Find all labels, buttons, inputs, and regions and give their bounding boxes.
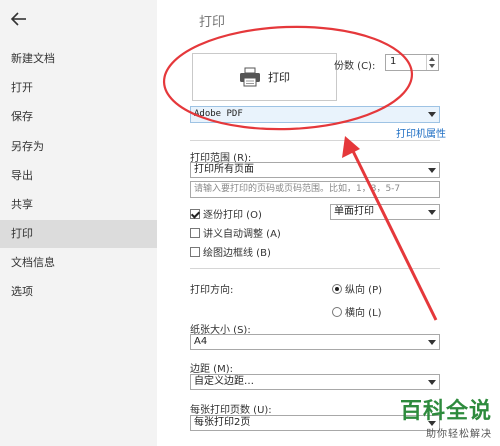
radio-selected-icon[interactable] — [332, 283, 342, 294]
radio-icon[interactable] — [332, 306, 342, 317]
chevron-down-icon — [428, 210, 436, 215]
watermark: 百科全说 助你轻松解决 — [400, 393, 492, 440]
margin-value: 自定义边距… — [194, 376, 254, 387]
sidebar-item-options[interactable]: 选项 — [0, 278, 157, 306]
auto-adjust-checkbox[interactable]: 讲义自动调整 (A) — [190, 225, 281, 240]
copies-value: 1 — [390, 56, 397, 67]
printer-properties-link[interactable]: 打印机属性 — [396, 125, 446, 140]
watermark-title: 百科全说 — [399, 399, 492, 424]
border-label: 绘图边框线 (B) — [203, 248, 271, 259]
pages-per-sheet-label: 每张打印页数 (U): — [190, 405, 272, 416]
chevron-down-icon — [428, 380, 436, 385]
collate-checkbox[interactable]: 逐份打印 (O) — [190, 206, 262, 221]
sidebar-item-share[interactable]: 共享 — [0, 191, 157, 219]
printer-value: Adobe PDF — [194, 109, 243, 119]
checkbox-icon[interactable] — [190, 246, 200, 257]
back-arrow-icon[interactable] — [10, 10, 28, 28]
portrait-label: 纵向 (P) — [345, 285, 383, 296]
print-button[interactable]: 打印 — [192, 53, 337, 101]
print-range-select[interactable]: 打印所有页面 — [190, 162, 440, 178]
checkbox-checked-icon[interactable] — [190, 208, 200, 219]
paper-size-value: A4 — [194, 336, 208, 347]
chevron-down-icon — [428, 340, 436, 345]
chevron-down-icon — [428, 168, 436, 173]
copies-spin[interactable] — [426, 55, 438, 70]
print-button-label: 打印 — [268, 71, 290, 84]
decrement-icon[interactable] — [429, 64, 435, 68]
chevron-down-icon — [428, 112, 436, 117]
print-panel: 打印 打印 份数 (C): 1 Adobe PDF 打印机属性 打印范围 (R)… — [157, 0, 500, 446]
pages-per-sheet-value: 每张打印2页 — [194, 417, 251, 428]
portrait-radio[interactable]: 纵向 (P) — [332, 281, 382, 296]
copies-label: 份数 (C): — [334, 61, 376, 72]
duplex-value: 单面打印 — [334, 206, 374, 217]
paper-size-select[interactable]: A4 — [190, 334, 440, 350]
page-title: 打印 — [199, 15, 226, 30]
sidebar-item-open[interactable]: 打开 — [0, 74, 157, 102]
watermark-subtitle: 助你轻松解决 — [426, 429, 492, 440]
sidebar-item-print[interactable]: 打印 — [0, 220, 157, 248]
copies-stepper[interactable]: 1 — [385, 54, 439, 71]
orientation-label: 打印方向: — [190, 285, 234, 296]
divider — [190, 268, 440, 269]
sidebar-item-new[interactable]: 新建文档 — [0, 45, 157, 73]
sidebar-item-export[interactable]: 导出 — [0, 162, 157, 190]
sidebar: 新建文档 打开 保存 另存为 导出 共享 打印 文档信息 选项 — [0, 0, 157, 446]
increment-icon[interactable] — [429, 57, 435, 61]
sidebar-item-save-as[interactable]: 另存为 — [0, 133, 157, 161]
duplex-select[interactable]: 单面打印 — [330, 204, 440, 220]
divider — [190, 140, 440, 141]
checkbox-icon[interactable] — [190, 227, 200, 238]
margin-label: 边距 (M): — [190, 364, 233, 375]
collate-label: 逐份打印 (O) — [203, 210, 262, 221]
page-range-input[interactable]: 请输入要打印的页码或页码范围。比如，1，3，5-7 — [190, 181, 440, 198]
landscape-radio[interactable]: 横向 (L) — [332, 304, 382, 319]
auto-adjust-label: 讲义自动调整 (A) — [203, 229, 281, 240]
printer-select[interactable]: Adobe PDF — [190, 106, 440, 123]
border-checkbox[interactable]: 绘图边框线 (B) — [190, 244, 271, 259]
landscape-label: 横向 (L) — [345, 308, 382, 319]
print-range-value: 打印所有页面 — [194, 164, 254, 175]
sidebar-item-doc-info[interactable]: 文档信息 — [0, 249, 157, 277]
printer-icon — [240, 67, 260, 87]
sidebar-item-save[interactable]: 保存 — [0, 103, 157, 131]
margin-select[interactable]: 自定义边距… — [190, 374, 440, 390]
